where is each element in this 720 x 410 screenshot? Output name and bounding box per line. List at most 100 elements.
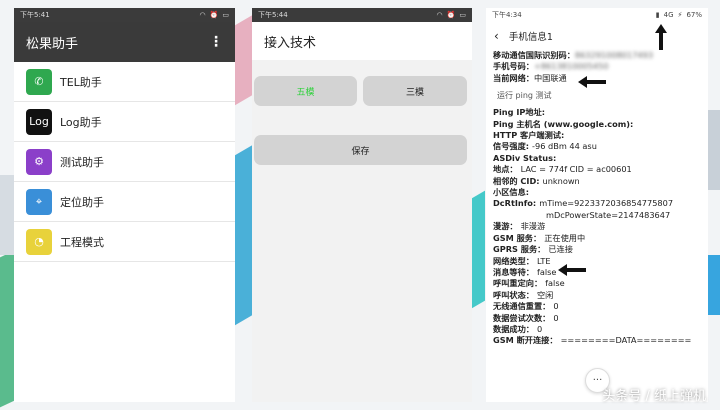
pointer-arrow-icon: [558, 264, 586, 276]
pointer-arrow-icon: [655, 24, 667, 50]
info-key: 呼叫状态：: [493, 289, 534, 300]
status-icons: ◠ ⏰ ▭: [200, 11, 229, 19]
info-key: GPRS 服务：: [493, 244, 546, 255]
info-value: 0: [553, 312, 559, 323]
info-value: -96 dBm 44 asu: [532, 141, 597, 152]
info-row: 呼叫重定向： false: [493, 278, 701, 289]
status-icons: ◠ ⏰ ▭: [437, 11, 466, 19]
battery-icon: ▭: [222, 11, 229, 19]
info-value: [529, 187, 532, 197]
phone-number-value: +8613810005450: [533, 61, 609, 72]
info-value: [545, 107, 548, 117]
info-row: 呼叫状态： 空闲: [493, 290, 701, 301]
app-title: 松果助手: [26, 36, 79, 52]
info-row: Ping IP地址:: [493, 107, 701, 118]
info-row: 小区信息:: [493, 187, 701, 198]
current-network-value: 中国联通: [533, 72, 567, 83]
status-bar: 下午5:41 ◠ ⏰ ▭: [14, 8, 235, 22]
info-value: 0: [536, 323, 543, 334]
info-value: mTime=9223372036854775807: [539, 198, 674, 209]
info-key: GSM 断开连接：: [493, 335, 558, 346]
info-value: [633, 119, 636, 129]
menu-item[interactable]: ⚙ 测试助手: [14, 142, 235, 182]
menu-item-label: TEL助手: [60, 75, 102, 89]
info-panel: 移动通信国际识别码：863291008017493 手机号码：+86138100…: [486, 50, 708, 347]
info-row: 消息等待： false: [493, 267, 701, 278]
info-key: 相邻的 CID:: [493, 175, 540, 186]
bg-decoration: [0, 175, 14, 255]
back-arrow-icon[interactable]: ‹: [494, 29, 499, 43]
info-value: false: [545, 278, 565, 289]
menu-list: ✆ TEL助手 Log Log助手 ⚙ 测试助手 ⌖ 定位助手 ◔ 工程模式: [14, 62, 235, 262]
info-key: Ping 主机名 (www.google.com):: [493, 118, 634, 129]
info-row: HTTP 客户端测试:: [493, 130, 701, 141]
battery-icon: ▭: [459, 11, 466, 19]
menu-item-label: 测试助手: [60, 155, 104, 169]
info-value: 0: [553, 301, 559, 312]
info-key: ASDiv Status:: [493, 152, 557, 163]
status-time: 下午4:34: [492, 11, 522, 19]
app-bar: ‹ 手机信息1: [486, 22, 708, 50]
run-ping-test-button[interactable]: 运行 ping 测试: [493, 88, 701, 103]
info-row: ASDiv Status:: [493, 153, 701, 164]
bg-decoration: [470, 190, 485, 310]
save-button[interactable]: 保存: [254, 135, 467, 165]
wifi-icon: ◠: [436, 11, 443, 19]
info-value: [556, 153, 559, 163]
imei-value: 863291008017493: [574, 50, 654, 60]
five-mode-button[interactable]: 五模: [254, 76, 357, 106]
status-bar: 下午5:44 ◠ ⏰ ▭: [252, 8, 472, 22]
charging-icon: ⚡: [677, 11, 683, 19]
phone-screen-1: 下午5:41 ◠ ⏰ ▭ 松果助手 ⋮ ✆ TEL助手 Log Log助手 ⚙ 测试助手 ⌖…: [14, 8, 235, 402]
info-row: 信号强度: -96 dBm 44 asu: [493, 141, 701, 152]
phone-screen-3: 下午4:34 ▮ 4G ⚡ 67% ‹ 手机信息1 移动通信国际识别码：8632…: [486, 8, 708, 402]
info-key: 呼叫重定向：: [493, 278, 543, 289]
info-value: 正在使用中: [544, 232, 586, 243]
info-row: DcRtInfo: mTime=9223372036854775807: [493, 198, 701, 209]
bg-decoration: [706, 110, 720, 190]
pointer-arrow-icon: [578, 76, 606, 88]
info-row: 漫游： 非漫游: [493, 221, 701, 232]
menu-item[interactable]: ◔ 工程模式: [14, 222, 235, 262]
menu-item-label: 定位助手: [60, 195, 104, 209]
phone-number-label: 手机号码：: [493, 61, 534, 72]
info-row: GPRS 服务： 已连接: [493, 244, 701, 255]
info-row: GSM 断开连接： ========DATA========: [493, 335, 701, 346]
info-value: 空闲: [536, 289, 554, 300]
info-value: LTE: [536, 255, 551, 266]
info-key: 消息等待：: [493, 266, 534, 277]
more-options-icon[interactable]: ⋮: [209, 34, 223, 50]
three-mode-button[interactable]: 三模: [363, 76, 467, 106]
info-value: false: [536, 266, 557, 277]
info-rows: Ping IP地址: Ping 主机名 (www.google.com): HTTP…: [493, 107, 701, 347]
menu-item[interactable]: ⌖ 定位助手: [14, 182, 235, 222]
status-time: 下午5:41: [20, 11, 50, 19]
info-key: 无线通信重置：: [493, 301, 551, 312]
info-value: LAC = 774f CID = ac00601: [520, 164, 632, 175]
menu-item[interactable]: ✆ TEL助手: [14, 62, 235, 102]
info-value: 非漫游: [520, 221, 546, 232]
menu-item-label: 工程模式: [60, 235, 104, 249]
current-network-label: 当前网络：: [493, 72, 534, 83]
info-row: 地点： LAC = 774f CID = ac00601: [493, 164, 701, 175]
signal-icon: ▮: [655, 11, 660, 19]
info-key: 小区信息:: [493, 187, 530, 198]
watermark: 头条号 / 纸上弹机: [602, 389, 706, 404]
info-value: unknown: [542, 175, 580, 186]
info-row: 数据尝试次数： 0: [493, 313, 701, 324]
info-row: mDcPowerState=2147483647: [493, 210, 701, 221]
info-key: DcRtInfo:: [493, 198, 537, 209]
bg-decoration: [706, 255, 720, 315]
info-key: 数据成功：: [493, 323, 534, 334]
menu-item[interactable]: Log Log助手: [14, 102, 235, 142]
imei-label: 移动通信国际识别码：: [493, 50, 575, 60]
info-key: HTTP 客户端测试:: [493, 130, 565, 141]
gauge-icon: ◔: [26, 228, 52, 255]
log-icon: Log: [26, 108, 52, 135]
crosshair-icon: ⌖: [26, 188, 52, 215]
bg-decoration: [235, 14, 253, 106]
info-key: 网络类型：: [493, 255, 534, 266]
wifi-icon: ◠: [199, 11, 206, 19]
info-value: mDcPowerState=2147483647: [546, 209, 671, 220]
bg-decoration: [235, 144, 253, 326]
